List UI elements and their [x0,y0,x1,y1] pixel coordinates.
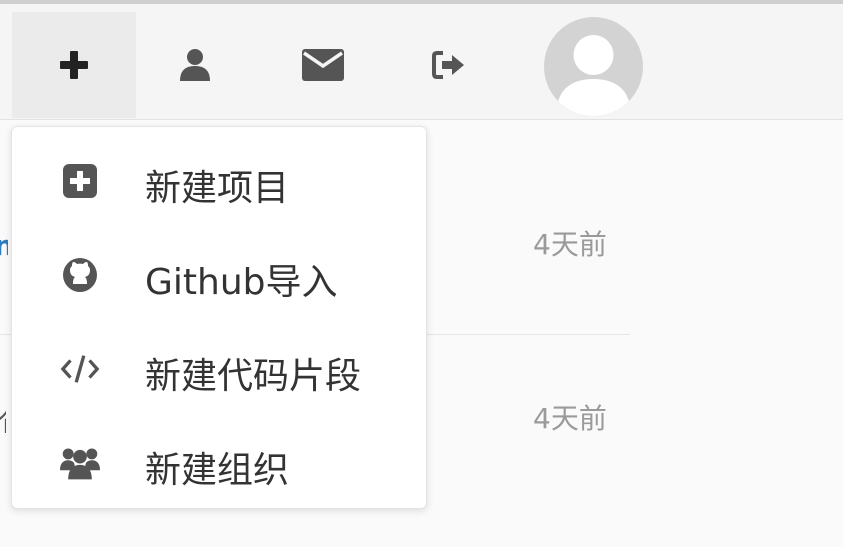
row-time: 4天前 [533,402,607,435]
menu-item-new-organization[interactable]: 新建组织 [12,415,426,509]
top-navbar [0,4,843,120]
menu-item-new-project[interactable]: 新建项目 [12,133,426,227]
users-icon [60,445,100,481]
row-text-fragment: 个 [0,403,6,433]
default-avatar-icon [556,35,631,116]
plus-icon [60,51,88,79]
menu-item-label: 新建组织 [145,450,290,491]
menu-item-label: 新建项目 [145,168,290,209]
menu-item-github-import[interactable]: Github导入 [12,227,426,321]
github-icon [60,257,100,293]
user-icon [180,49,210,81]
menu-item-label: Github导入 [145,262,338,303]
row-time: 4天前 [533,228,607,261]
avatar[interactable] [544,17,643,116]
sign-out-icon [432,51,464,79]
plus-square-icon [60,163,100,199]
code-icon [60,351,100,387]
new-dropdown-menu: 新建项目 Github导入 新建代码片段 新建组织 [11,126,427,509]
messages-button[interactable] [261,12,385,118]
logout-button[interactable] [387,12,511,118]
menu-item-new-snippet[interactable]: 新建代码片段 [12,321,426,415]
new-button[interactable] [12,12,136,118]
profile-button[interactable] [133,12,257,118]
envelope-icon [302,49,344,81]
row-link-fragment[interactable]: n [0,229,8,257]
menu-item-label: 新建代码片段 [145,356,362,397]
